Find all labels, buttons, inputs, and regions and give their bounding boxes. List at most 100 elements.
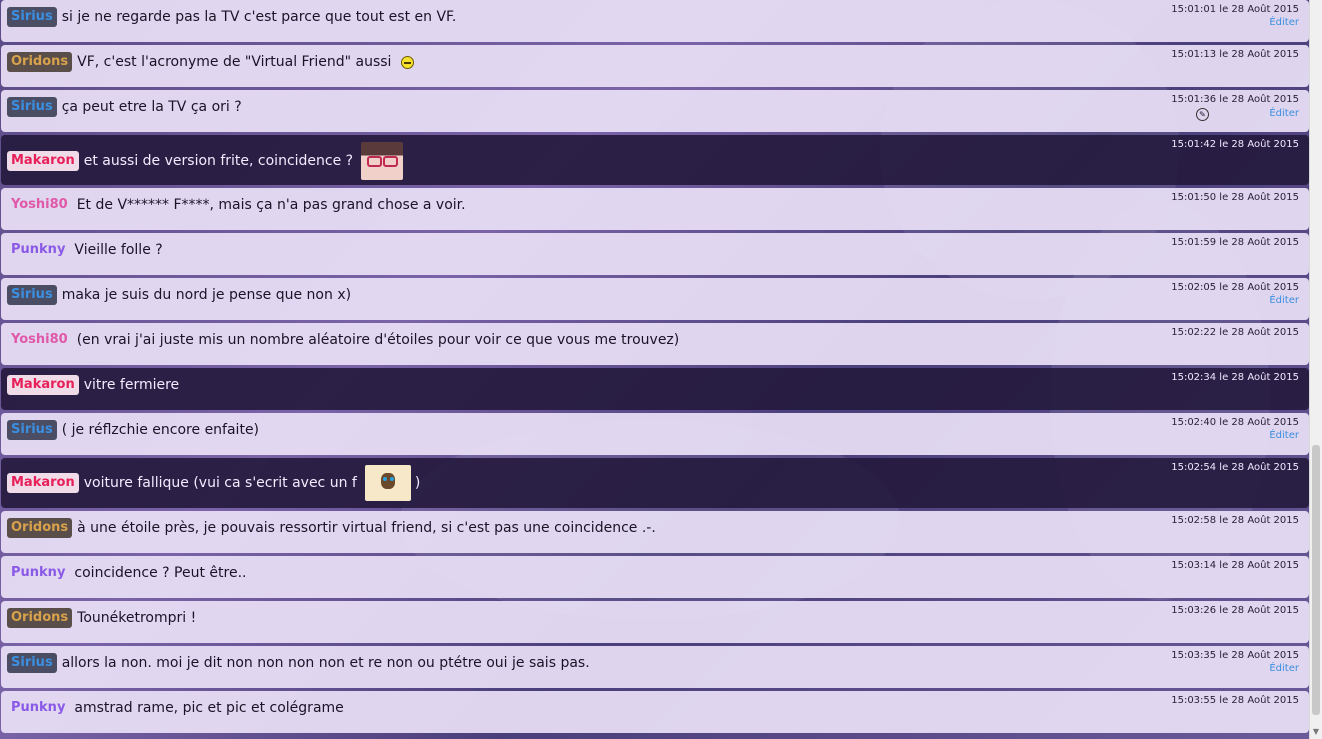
- author-name[interactable]: Sirius: [7, 420, 57, 440]
- message-timestamp: 15:02:34 le 28 Août 2015: [1171, 372, 1299, 383]
- author-name[interactable]: Oridons: [7, 518, 73, 538]
- edit-link[interactable]: Éditer: [1171, 16, 1299, 29]
- edit-pencil-icon[interactable]: ✎: [1196, 108, 1209, 121]
- chat-message: Sirius ça peut etre la TV ça ori ? 15:01:3…: [1, 90, 1309, 132]
- message-line: Sirius ça peut etre la TV ça ori ?: [7, 97, 242, 117]
- message-meta: 15:02:58 le 28 Août 2015: [1171, 514, 1299, 527]
- chat-message: Makaron vitre fermiere 15:02:34 le 28 Août…: [1, 368, 1309, 410]
- message-line: Punkny Vieille folle ?: [7, 240, 163, 260]
- message-meta: 15:02:40 le 28 Août 2015 Éditer: [1171, 416, 1299, 442]
- message-meta: 15:02:22 le 28 Août 2015: [1171, 326, 1299, 339]
- message-line: Makaron voiture fallique (vui ca s'ecrit …: [7, 465, 420, 501]
- message-meta: 15:01:01 le 28 Août 2015 Éditer: [1171, 3, 1299, 29]
- message-timestamp: 15:02:22 le 28 Août 2015: [1171, 327, 1299, 338]
- message-text: si je ne regarde pas la TV c'est parce q…: [61, 9, 457, 25]
- message-text: ça peut etre la TV ça ori ?: [61, 99, 242, 115]
- chat-message: Sirius( je réflzchie encore enfaite) 15:0…: [1, 413, 1309, 455]
- author-name[interactable]: Makaron: [7, 151, 79, 171]
- chat-message: Oridons à une étoile près, je pouvais res…: [1, 511, 1309, 553]
- message-timestamp: 15:03:26 le 28 Août 2015: [1171, 605, 1299, 616]
- message-line: Sirius( je réflzchie encore enfaite): [7, 420, 259, 440]
- message-line: Makaron vitre fermiere: [7, 375, 179, 395]
- smiley-icon: [401, 55, 415, 69]
- message-meta: 15:01:42 le 28 Août 2015: [1171, 138, 1299, 151]
- message-line: Oridons Tounéketrompri !: [7, 608, 196, 628]
- message-timestamp: 15:03:55 le 28 Août 2015: [1171, 695, 1299, 706]
- chat-message: Sirius maka je suis du nord je pense que …: [1, 278, 1309, 320]
- scrollbar-thumb[interactable]: [1312, 445, 1320, 715]
- message-meta: 15:02:54 le 28 Août 2015: [1171, 461, 1299, 474]
- edit-link[interactable]: Éditer: [1171, 662, 1299, 675]
- author-name[interactable]: Punkny: [7, 240, 69, 260]
- message-meta: 15:03:26 le 28 Août 2015: [1171, 604, 1299, 617]
- message-timestamp: 15:01:50 le 28 Août 2015: [1171, 192, 1299, 203]
- message-line: Yoshi80 (en vrai j'ai juste mis un nombre…: [7, 330, 679, 350]
- message-text: allors la non. moi je dit non non non no…: [61, 655, 590, 671]
- chat-message: Sirius allors la non. moi je dit non non …: [1, 646, 1309, 688]
- message-text: maka je suis du nord je pense que non x): [61, 287, 352, 303]
- message-timestamp: 15:03:14 le 28 Août 2015: [1171, 560, 1299, 571]
- author-name[interactable]: Yoshi80: [7, 195, 72, 215]
- message-line: Yoshi80 Et de V****** F****, mais ça n'a …: [7, 195, 466, 215]
- message-line: Punkny amstrad rame, pic et pic et colégr…: [7, 698, 344, 718]
- author-name[interactable]: Punkny: [7, 563, 69, 583]
- cat-emote-image: [364, 465, 411, 501]
- message-line: Sirius allors la non. moi je dit non non …: [7, 653, 590, 673]
- chat-message: Punkny amstrad rame, pic et pic et colégr…: [1, 691, 1309, 733]
- message-text: Et de V****** F****, mais ça n'a pas gra…: [76, 197, 466, 213]
- message-text: Tounéketrompri !: [77, 610, 197, 626]
- chat-message: Sirius si je ne regarde pas la TV c'est p…: [1, 0, 1309, 42]
- message-line: Sirius si je ne regarde pas la TV c'est p…: [7, 7, 456, 27]
- message-timestamp: 15:01:42 le 28 Août 2015: [1171, 139, 1299, 150]
- chat-message: Oridons VF, c'est l'acronyme de "Virtual …: [1, 45, 1309, 87]
- chat-message: Oridons Tounéketrompri ! 15:03:26 le 28 Ao…: [1, 601, 1309, 643]
- author-name[interactable]: Makaron: [7, 473, 79, 493]
- author-name[interactable]: Punkny: [7, 698, 69, 718]
- message-meta: 15:01:50 le 28 Août 2015: [1171, 191, 1299, 204]
- message-text: à une étoile près, je pouvais ressortir …: [77, 520, 656, 536]
- edit-link[interactable]: Éditer: [1171, 429, 1299, 442]
- author-name[interactable]: Sirius: [7, 653, 57, 673]
- vertical-scrollbar[interactable]: ▼: [1309, 0, 1322, 739]
- message-meta: 15:01:13 le 28 Août 2015: [1171, 48, 1299, 61]
- chat-message: Punkny Vieille folle ? 15:01:59 le 28 Août…: [1, 233, 1309, 275]
- message-meta: 15:02:05 le 28 Août 2015 Éditer: [1171, 281, 1299, 307]
- message-meta: 15:01:36 le 28 Août 2015 ✎ Éditer: [1171, 93, 1299, 121]
- message-meta: 15:02:34 le 28 Août 2015: [1171, 371, 1299, 384]
- message-meta: 15:03:14 le 28 Août 2015: [1171, 559, 1299, 572]
- author-name[interactable]: Sirius: [7, 7, 57, 27]
- message-text: ( je réflzchie encore enfaite): [61, 422, 260, 438]
- chat-message: Yoshi80 Et de V****** F****, mais ça n'a …: [1, 188, 1309, 230]
- scroll-down-arrow[interactable]: ▼: [1312, 727, 1320, 737]
- author-name[interactable]: Oridons: [7, 52, 73, 72]
- message-line: Makaron et aussi de version frite, coinci…: [7, 142, 404, 180]
- message-text: VF, c'est l'acronyme de "Virtual Friend"…: [77, 54, 392, 70]
- author-name[interactable]: Makaron: [7, 375, 79, 395]
- chat-message: Yoshi80 (en vrai j'ai juste mis un nombre…: [1, 323, 1309, 365]
- message-line: Punkny coincidence ? Peut être..: [7, 563, 246, 583]
- message-timestamp: 15:01:36 le 28 Août 2015: [1171, 94, 1299, 105]
- chat-message: Makaron voiture fallique (vui ca s'ecrit …: [1, 458, 1309, 508]
- chat-message: Makaron et aussi de version frite, coinci…: [1, 135, 1309, 185]
- author-name[interactable]: Yoshi80: [7, 330, 72, 350]
- message-meta: 15:03:55 le 28 Août 2015: [1171, 694, 1299, 707]
- message-timestamp: 15:03:35 le 28 Août 2015: [1171, 650, 1299, 661]
- message-timestamp: 15:02:54 le 28 Août 2015: [1171, 462, 1299, 473]
- glasses-face-emote-image: [361, 142, 404, 180]
- message-text: et aussi de version frite, coincidence ?: [83, 153, 354, 169]
- message-line: Sirius maka je suis du nord je pense que …: [7, 285, 351, 305]
- message-text: amstrad rame, pic et pic et colégrame: [74, 700, 344, 716]
- author-name[interactable]: Oridons: [7, 608, 73, 628]
- edit-link[interactable]: Éditer: [1171, 294, 1299, 307]
- message-timestamp: 15:02:05 le 28 Août 2015: [1171, 282, 1299, 293]
- message-text: (en vrai j'ai juste mis un nombre aléato…: [76, 332, 680, 348]
- chat-message: Punkny coincidence ? Peut être.. 15:03:14 …: [1, 556, 1309, 598]
- message-line: Oridons à une étoile près, je pouvais res…: [7, 518, 656, 538]
- author-name[interactable]: Sirius: [7, 285, 57, 305]
- message-text: voiture fallique (vui ca s'ecrit avec un…: [83, 475, 357, 491]
- message-timestamp: 15:02:58 le 28 Août 2015: [1171, 515, 1299, 526]
- message-timestamp: 15:02:40 le 28 Août 2015: [1171, 417, 1299, 428]
- author-name[interactable]: Sirius: [7, 97, 57, 117]
- message-text-after: ): [414, 475, 421, 491]
- message-text: coincidence ? Peut être..: [74, 565, 247, 581]
